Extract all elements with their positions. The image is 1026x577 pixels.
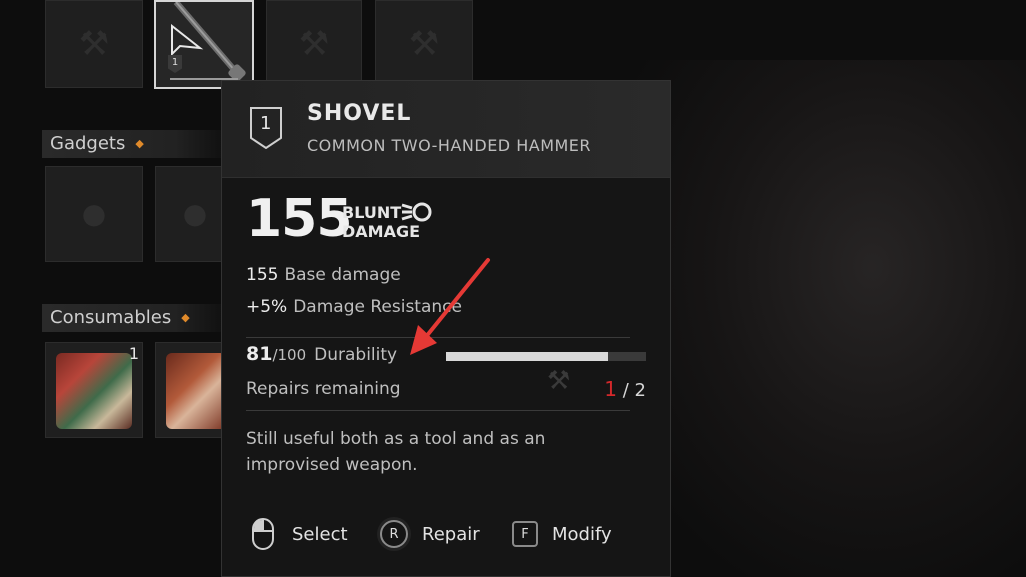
repairs-remaining: 1 <box>604 377 618 401</box>
item-type: COMMON TWO-HANDED HAMMER <box>307 136 592 155</box>
grenade-placeholder-icon: ● <box>182 197 208 230</box>
hammer-placeholder-icon: ⚒ <box>298 24 330 64</box>
stat-label: Damage Resistance <box>293 297 462 317</box>
consumable-slot-1[interactable]: 1 <box>45 342 143 438</box>
beef-jerky-icon <box>56 353 132 429</box>
repair-action[interactable]: R Repair <box>380 517 480 551</box>
durability-fill <box>446 352 608 361</box>
gadgets-label: Gadgets <box>50 133 126 154</box>
gadgets-header: Gadgets ◆ <box>42 130 232 158</box>
durability-bar <box>446 352 646 361</box>
repair-label: Repair <box>422 523 480 545</box>
durability-row: 81/100 Durability <box>246 343 397 365</box>
r-key-icon: R <box>380 520 408 548</box>
modify-label: Modify <box>552 523 612 545</box>
blunt-damage-icon <box>401 202 432 222</box>
divider <box>246 410 630 411</box>
stat-value: 155 <box>246 265 279 285</box>
tooltip-header: 1 SHOVEL COMMON TWO-HANDED HAMMER <box>222 81 670 178</box>
hammer-placeholder-icon: ⚒ <box>78 24 110 64</box>
new-diamond-icon: ◆ <box>135 137 144 150</box>
weapon-slot-3[interactable]: ⚒ <box>266 0 362 88</box>
mouse-icon <box>252 518 274 550</box>
stat-damage-resistance: +5% Damage Resistance <box>246 297 462 317</box>
damage-value: 155 <box>246 189 353 249</box>
new-diamond-icon: ◆ <box>181 311 190 324</box>
durability-current: 81 <box>246 343 273 365</box>
repair-hammer-icon: ⚒ <box>547 366 571 396</box>
stat-label: Base damage <box>284 265 401 285</box>
select-label: Select <box>292 523 348 545</box>
repairs-label: Repairs remaining <box>246 379 401 399</box>
tier-number: 1 <box>260 113 272 134</box>
background-character-silhouette <box>620 60 1026 577</box>
jerky-pack-icon <box>166 353 226 429</box>
item-name: SHOVEL <box>307 101 412 126</box>
item-quantity: 1 <box>128 344 139 363</box>
stat-value: +5% <box>246 297 288 317</box>
item-description: Still useful both as a tool and as an im… <box>246 429 546 475</box>
modify-action[interactable]: F Modify <box>512 517 612 551</box>
consumables-header: Consumables ◆ <box>42 304 232 332</box>
weapon-slot-shovel[interactable]: 1 <box>154 0 254 89</box>
weapon-slot-1[interactable]: ⚒ <box>45 0 143 88</box>
stat-base-damage: 155 Base damage <box>246 265 401 285</box>
hammer-placeholder-icon: ⚒ <box>408 24 440 64</box>
weapon-slot-4[interactable]: ⚒ <box>375 0 473 88</box>
select-action[interactable]: Select <box>252 517 348 551</box>
repairs-total: / 2 <box>617 380 646 401</box>
durability-label: Durability <box>314 345 398 365</box>
item-tooltip: 1 SHOVEL COMMON TWO-HANDED HAMMER 155 BL… <box>221 80 671 577</box>
consumables-label: Consumables <box>50 307 172 328</box>
divider <box>246 337 630 338</box>
durability-max: /100 <box>272 346 307 364</box>
grenade-placeholder-icon: ● <box>81 197 107 230</box>
f-key-icon: F <box>512 521 538 547</box>
gadget-slot-1[interactable]: ● <box>45 166 143 262</box>
repairs-count: 1 / 2 <box>604 377 646 401</box>
